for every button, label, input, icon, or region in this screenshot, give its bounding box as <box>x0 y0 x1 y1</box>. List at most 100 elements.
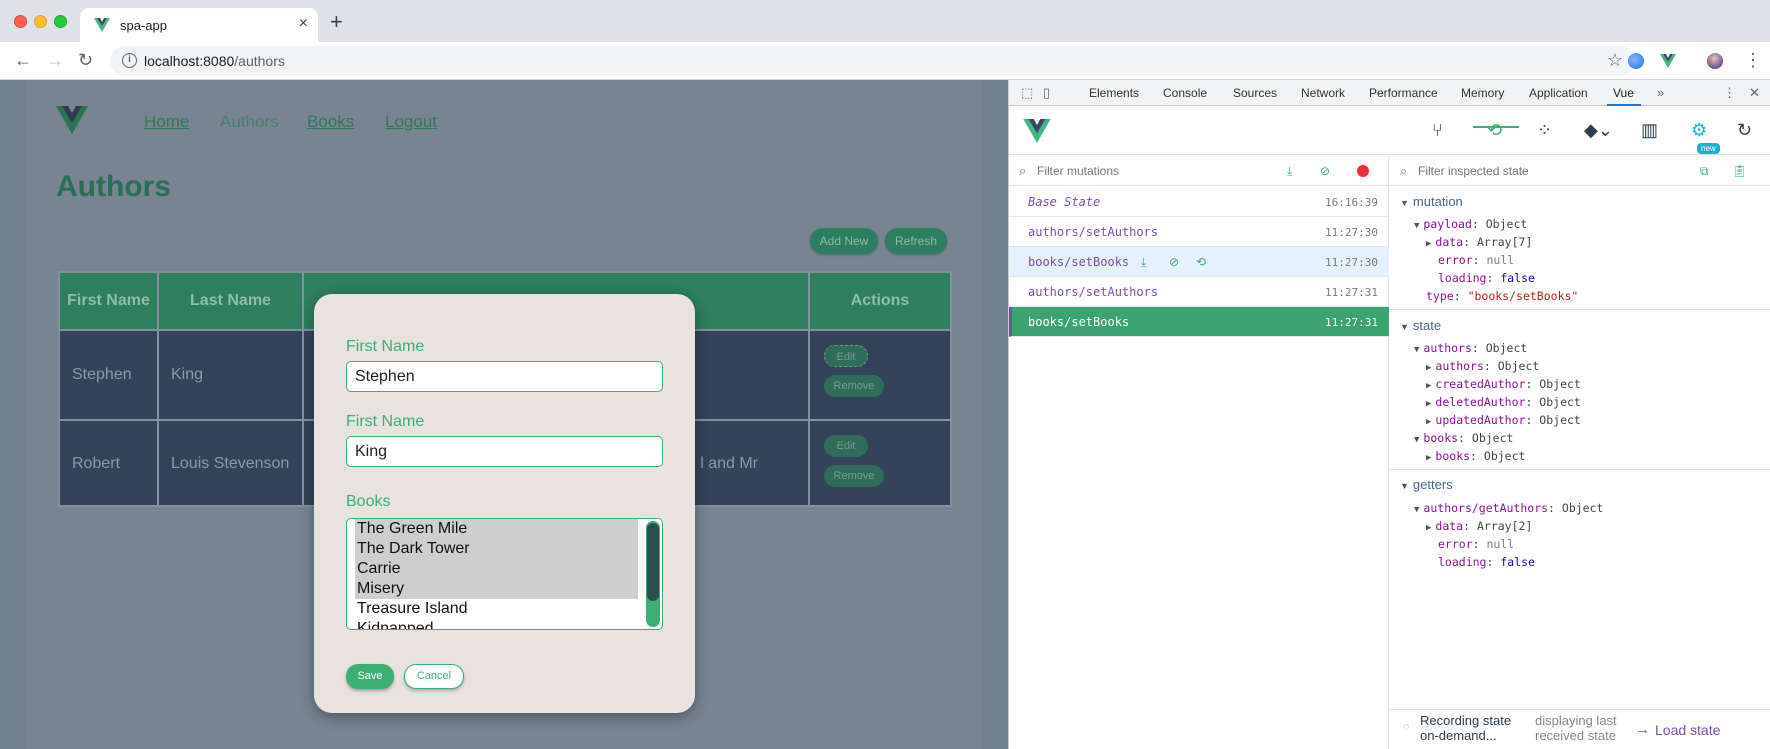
filter-mutations-input[interactable] <box>1037 162 1257 180</box>
close-window-button[interactable] <box>14 15 27 28</box>
tab-network[interactable]: Network <box>1301 86 1345 100</box>
tab-vue[interactable]: Vue <box>1613 86 1634 100</box>
events-icon[interactable]: ⁘ <box>1537 120 1552 140</box>
mutation-row[interactable]: authors/setAuthors 11:27:30 <box>1009 217 1389 247</box>
mutation-row[interactable]: books/setBooks ⤓ ⊘ ⟲ 11:27:30 <box>1009 247 1389 277</box>
cancel-button[interactable]: Cancel <box>404 664 464 689</box>
inspect-element-icon[interactable]: ⬚ <box>1021 85 1033 101</box>
book-option[interactable]: Kidnapped <box>355 619 638 629</box>
browser-tab[interactable]: spa-app × <box>80 8 318 42</box>
bookmark-star-icon[interactable]: ☆ <box>1607 50 1623 71</box>
vuex-history-icon[interactable]: ⟲ <box>1487 120 1502 140</box>
routing-icon[interactable]: ◆⌄ <box>1584 120 1613 140</box>
arrow-right-icon: → <box>1635 721 1650 738</box>
tree-node[interactable]: ▼ books: Object <box>1414 431 1513 445</box>
tree-node[interactable]: ▶ data: Array[2] <box>1426 519 1532 533</box>
new-tab-button[interactable]: + <box>330 11 343 33</box>
nav-home-link[interactable]: Home <box>144 112 189 132</box>
browser-menu-icon[interactable]: ⋮ <box>1744 51 1762 69</box>
tree-node[interactable]: ▶ authors: Object <box>1426 359 1539 373</box>
tree-leaf: type: "books/setBooks" <box>1426 289 1579 303</box>
refresh-icon[interactable]: ↻ <box>1737 120 1752 140</box>
tab-elements[interactable]: Elements <box>1089 86 1139 100</box>
cell-last-name: Louis Stevenson <box>159 421 304 507</box>
search-icon: ⌕ <box>1019 163 1027 178</box>
tree-node[interactable]: ▶ createdAuthor: Object <box>1426 377 1581 391</box>
maximize-window-button[interactable] <box>54 15 67 28</box>
minimize-window-button[interactable] <box>34 15 47 28</box>
mutation-row[interactable]: Base State 16:16:39 <box>1009 187 1389 217</box>
books-multiselect[interactable]: The Green Mile The Dark Tower Carrie Mis… <box>346 518 663 630</box>
address-bar[interactable]: i localhost:8080/authors ☆ <box>110 46 1635 76</box>
tree-node[interactable]: ▶ data: Array[7] <box>1426 235 1532 249</box>
components-icon[interactable]: ⑂ <box>1432 120 1443 140</box>
revert-icon[interactable]: ⊘ <box>1169 255 1179 269</box>
copy-icon[interactable]: ⧉ <box>1700 164 1709 178</box>
refresh-button[interactable]: Refresh <box>885 228 947 254</box>
remove-button[interactable]: Remove <box>824 465 884 487</box>
divider <box>1390 469 1770 470</box>
close-tab-icon[interactable]: × <box>299 15 308 33</box>
vue-devtools-extension-icon[interactable] <box>1660 53 1676 69</box>
tab-console[interactable]: Console <box>1163 86 1207 100</box>
device-toolbar-icon[interactable]: ▯ <box>1043 85 1050 101</box>
remove-button[interactable]: Remove <box>824 375 884 397</box>
tab-memory[interactable]: Memory <box>1461 86 1504 100</box>
edit-button[interactable]: Edit <box>824 435 868 457</box>
commit-icon[interactable]: ⤓ <box>1141 255 1146 269</box>
devtools-menu-icon[interactable]: ⋮ <box>1723 85 1736 101</box>
vue-devtools-toolbar: ⑂ ⟲ ⁘ ◆⌄ ▥ ⚙ ↻ <box>1009 107 1770 155</box>
first-name-label: First Name <box>346 338 425 355</box>
book-option[interactable]: The Dark Tower <box>355 539 638 559</box>
header-first-name: First Name <box>60 273 159 329</box>
add-new-button[interactable]: Add New <box>810 228 878 254</box>
tree-node[interactable]: ▼ authors: Object <box>1414 341 1527 355</box>
nav-logout-link[interactable]: Logout <box>385 112 437 132</box>
section-getters[interactable]: ▼ getters <box>1400 477 1453 492</box>
nav-authors-link[interactable]: Authors <box>220 112 279 132</box>
site-info-icon[interactable]: i <box>122 53 137 68</box>
nav-books-link[interactable]: Books <box>307 112 354 132</box>
book-option[interactable]: Treasure Island <box>355 599 638 619</box>
tree-node[interactable]: ▼ authors/getAuthors: Object <box>1414 501 1603 515</box>
close-devtools-icon[interactable]: ✕ <box>1749 85 1760 101</box>
book-option[interactable]: The Green Mile <box>355 519 638 539</box>
tree-node[interactable]: ▶ updatedAuthor: Object <box>1426 413 1581 427</box>
globe-extension-icon[interactable] <box>1628 53 1644 69</box>
back-icon[interactable]: ← <box>14 50 32 70</box>
commit-all-icon[interactable]: ⤓ <box>1287 164 1292 178</box>
section-mutation[interactable]: ▼ mutation <box>1400 194 1463 209</box>
revert-all-icon[interactable]: ⊘ <box>1320 164 1330 178</box>
tree-node[interactable]: ▶ deletedAuthor: Object <box>1426 395 1581 409</box>
save-button[interactable]: Save <box>346 664 394 689</box>
section-state[interactable]: ▼ state <box>1400 318 1441 333</box>
tab-application[interactable]: Application <box>1529 86 1588 100</box>
performance-icon[interactable]: ▥ <box>1641 120 1658 140</box>
forward-icon[interactable]: → <box>46 50 64 70</box>
load-state-button[interactable]: Load state <box>1655 722 1720 738</box>
tree-node[interactable]: ▶ books: Object <box>1426 449 1525 463</box>
tab-sources[interactable]: Sources <box>1233 86 1277 100</box>
profile-avatar[interactable] <box>1707 53 1723 69</box>
tab-performance[interactable]: Performance <box>1369 86 1438 100</box>
tree-leaf: loading: false <box>1438 555 1535 569</box>
filter-mutations-bar: ⌕ ⤓ ⊘ <box>1009 156 1389 186</box>
select-scrollbar-thumb[interactable] <box>647 523 659 601</box>
book-option[interactable]: Misery <box>355 579 638 599</box>
settings-icon[interactable]: ⚙ <box>1691 120 1707 140</box>
more-tabs-icon[interactable]: » <box>1657 85 1664 100</box>
paste-icon[interactable]: 📋︎ <box>1732 164 1747 178</box>
mutation-row[interactable]: authors/setAuthors 11:27:31 <box>1009 277 1389 307</box>
record-toggle[interactable] <box>1357 165 1369 177</box>
book-option[interactable]: Carrie <box>355 559 638 579</box>
url-text: localhost:8080/authors <box>144 53 285 69</box>
reload-icon[interactable]: ↻ <box>78 50 93 70</box>
first-name-input[interactable] <box>346 361 663 392</box>
last-name-input[interactable] <box>346 436 663 467</box>
edit-button[interactable]: Edit <box>824 345 868 367</box>
tree-node[interactable]: ▼ payload: Object <box>1414 217 1527 231</box>
filter-state-input[interactable] <box>1418 162 1658 180</box>
mutation-row-selected[interactable]: books/setBooks 11:27:31 <box>1009 307 1389 337</box>
time-travel-icon[interactable]: ⟲ <box>1196 255 1206 269</box>
last-name-label: First Name <box>346 413 425 430</box>
